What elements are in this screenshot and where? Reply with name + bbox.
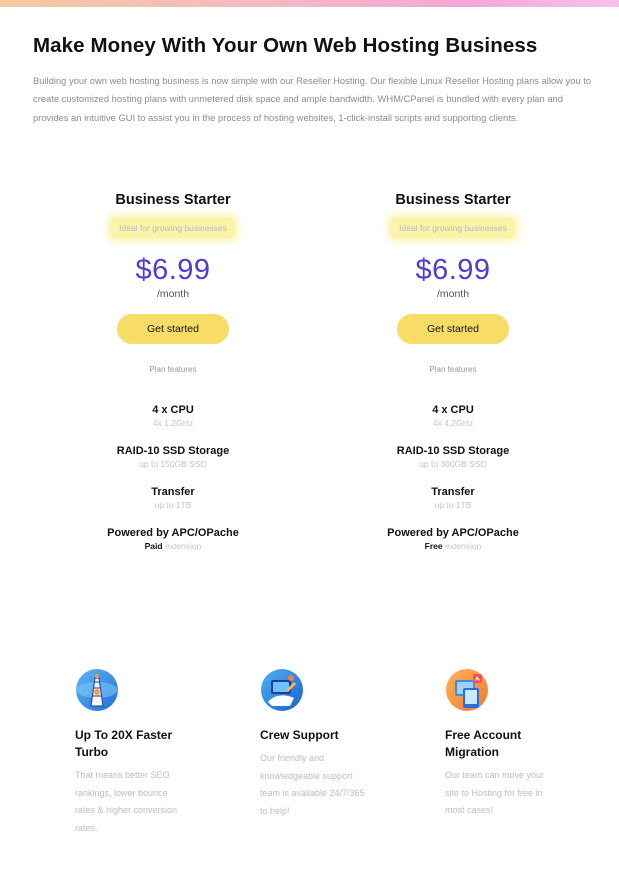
feature-cache: Powered by APC/OPache Paid extension: [63, 527, 283, 551]
support-icon: [261, 669, 303, 711]
benefit-title: Crew Support: [260, 728, 339, 742]
feature-subtitle-text: extension: [164, 541, 202, 551]
feature-title: Powered by APC/OPache: [107, 527, 239, 539]
plan-card-2: Business Starter Ideal for growing busin…: [343, 192, 563, 551]
feature-subtitle-text: extension: [444, 541, 482, 551]
benefit-title: Free Account Migration: [445, 728, 522, 760]
benefit-description: Our team can move your site to Hosting f…: [445, 770, 545, 816]
feature-price-tag: Free: [424, 541, 443, 551]
feature-title: RAID-10 SSD Storage: [116, 445, 230, 457]
plan-name: Business Starter: [395, 192, 511, 208]
plan-price: $6.99: [415, 254, 491, 286]
feature-subtitle: up to 1TB: [434, 500, 472, 510]
top-gradient-stripe: [0, 0, 619, 7]
benefit-description: That means better SEO rankings, lower bo…: [75, 770, 178, 833]
feature-transfer: Transfer up to 1TB: [63, 486, 283, 510]
feature-storage: RAID-10 SSD Storage up to 150GB SSD: [63, 445, 283, 469]
benefit-migration: Free Account Migration Our team can move…: [445, 668, 565, 820]
plan-tagline: Ideal for growing businesses: [391, 218, 515, 238]
get-started-button[interactable]: Get started: [397, 314, 509, 344]
benefit-description: Our friendly and knowledgeable support t…: [260, 753, 365, 816]
plan-features-label: Plan features: [149, 365, 197, 374]
feature-price-tag: Paid: [144, 541, 163, 551]
feature-title: Powered by APC/OPache: [387, 527, 519, 539]
feature-subtitle: 4x 4.2GHz: [432, 418, 474, 428]
benefit-title: Up To 20X Faster Turbo: [75, 728, 173, 760]
feature-cpu: 4 x CPU 4x 4.2GHz: [343, 404, 563, 428]
migration-icon: [446, 669, 488, 711]
feature-subtitle: 4x 1.2GHz: [152, 418, 194, 428]
plan-period: /month: [436, 288, 470, 300]
plan-tagline: Ideal for growing businesses: [111, 218, 235, 238]
feature-cache: Powered by APC/OPache Free extension: [343, 527, 563, 551]
feature-subtitle: Paid extension: [63, 541, 283, 551]
feature-title: Transfer: [151, 486, 195, 498]
feature-storage: RAID-10 SSD Storage up to 300GB SSD: [343, 445, 563, 469]
feature-title: Transfer: [431, 486, 475, 498]
get-started-button[interactable]: Get started: [117, 314, 229, 344]
turbo-tower-icon: [76, 669, 118, 711]
feature-subtitle: Free extension: [343, 541, 563, 551]
feature-title: 4 x CPU: [152, 404, 194, 416]
plan-card-1: Business Starter Ideal for growing busin…: [63, 192, 283, 551]
feature-title: RAID-10 SSD Storage: [396, 445, 510, 457]
plan-features-label: Plan features: [429, 365, 477, 374]
plan-price: $6.99: [135, 254, 211, 286]
feature-transfer: Transfer up to 1TB: [343, 486, 563, 510]
intro-paragraph: Building your own web hosting business i…: [33, 75, 592, 123]
feature-cpu: 4 x CPU 4x 1.2GHz: [63, 404, 283, 428]
page-title: Make Money With Your Own Web Hosting Bus…: [33, 34, 538, 57]
benefit-turbo: Up To 20X Faster Turbo That means better…: [75, 668, 195, 837]
plan-name: Business Starter: [115, 192, 231, 208]
plan-period: /month: [156, 288, 190, 300]
benefit-support: Crew Support Our friendly and knowledgea…: [260, 668, 380, 820]
feature-subtitle: up to 1TB: [154, 500, 192, 510]
feature-title: 4 x CPU: [432, 404, 474, 416]
feature-subtitle: up to 300GB SSD: [419, 459, 487, 469]
feature-subtitle: up to 150GB SSD: [139, 459, 207, 469]
